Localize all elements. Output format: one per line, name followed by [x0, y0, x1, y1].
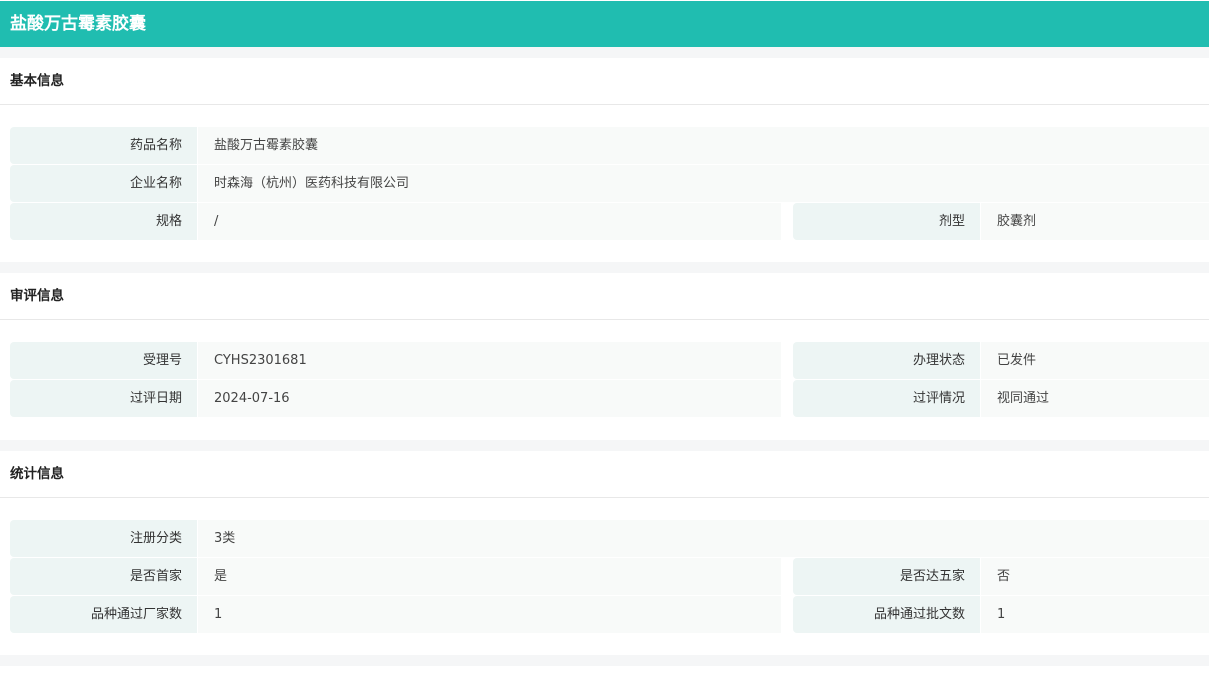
field-value: 已发件 [980, 342, 1209, 379]
divider [0, 262, 1209, 273]
field-label: 品种通过厂家数 [10, 596, 197, 633]
field-value: 是 [197, 558, 781, 595]
field-label: 受理号 [10, 342, 197, 379]
field-value: CYHS2301681 [197, 342, 781, 379]
field-label: 企业名称 [10, 165, 197, 202]
field-pass-status: 过评情况 视同通过 [793, 380, 1209, 417]
field-label: 剂型 [793, 203, 980, 240]
field-value: 1 [980, 596, 1209, 633]
section-title: 基本信息 [0, 58, 1209, 105]
section-basic-info: 基本信息 药品名称 盐酸万古霉素胶囊 企业名称 时森海（杭州）医药科技有限公司 规格… [0, 58, 1209, 241]
field-acceptance-no: 受理号 CYHS2301681 [10, 342, 781, 379]
field-label: 过评情况 [793, 380, 980, 417]
field-value: 3类 [197, 520, 1209, 557]
field-label: 规格 [10, 203, 197, 240]
field-label: 药品名称 [10, 127, 197, 164]
field-label: 品种通过批文数 [793, 596, 980, 633]
divider [0, 655, 1209, 666]
field-approval-count: 品种通过批文数 1 [793, 596, 1209, 633]
section-title: 统计信息 [0, 451, 1209, 498]
field-value: 2024-07-16 [197, 380, 781, 417]
field-value: 时森海（杭州）医药科技有限公司 [197, 165, 1209, 202]
field-value: 盐酸万古霉素胶囊 [197, 127, 1209, 164]
field-drug-name: 药品名称 盐酸万古霉素胶囊 [10, 127, 1209, 164]
section-stats-info: 统计信息 注册分类 3类 是否首家是是否达五家否 品种通过厂家数 1 品种通过批文数 1 [0, 451, 1209, 634]
divider [0, 47, 1209, 58]
page-title: 盐酸万古霉素胶囊 [0, 1, 1209, 47]
field-reached-five: 是否达五家否 [793, 558, 1209, 595]
field-status: 办理状态 已发件 [793, 342, 1209, 379]
field-value: 胶囊剂 [980, 203, 1209, 240]
field-dosage-form: 剂型 胶囊剂 [793, 203, 1209, 240]
field-label: 注册分类 [10, 520, 197, 557]
field-pass-date: 过评日期 2024-07-16 [10, 380, 781, 417]
field-value: / [197, 203, 781, 240]
section-title: 审评信息 [0, 273, 1209, 320]
field-label: 过评日期 [10, 380, 197, 417]
field-label: 办理状态 [793, 342, 980, 379]
field-value: 视同通过 [980, 380, 1209, 417]
field-company-name: 企业名称 时森海（杭州）医药科技有限公司 [10, 165, 1209, 202]
section-review-info: 审评信息 受理号 CYHS2301681 办理状态 已发件 过评日期 2024-07-1… [0, 273, 1209, 418]
field-label: 是否首家 [10, 558, 197, 595]
field-spec: 规格 / [10, 203, 781, 240]
field-value: 否 [980, 558, 1209, 595]
field-value: 1 [197, 596, 781, 633]
field-registration-class: 注册分类 3类 [10, 520, 1209, 557]
divider [0, 440, 1209, 451]
field-manufacturer-count: 品种通过厂家数 1 [10, 596, 781, 633]
field-is-first: 是否首家是 [10, 558, 781, 595]
field-label: 是否达五家 [793, 558, 980, 595]
